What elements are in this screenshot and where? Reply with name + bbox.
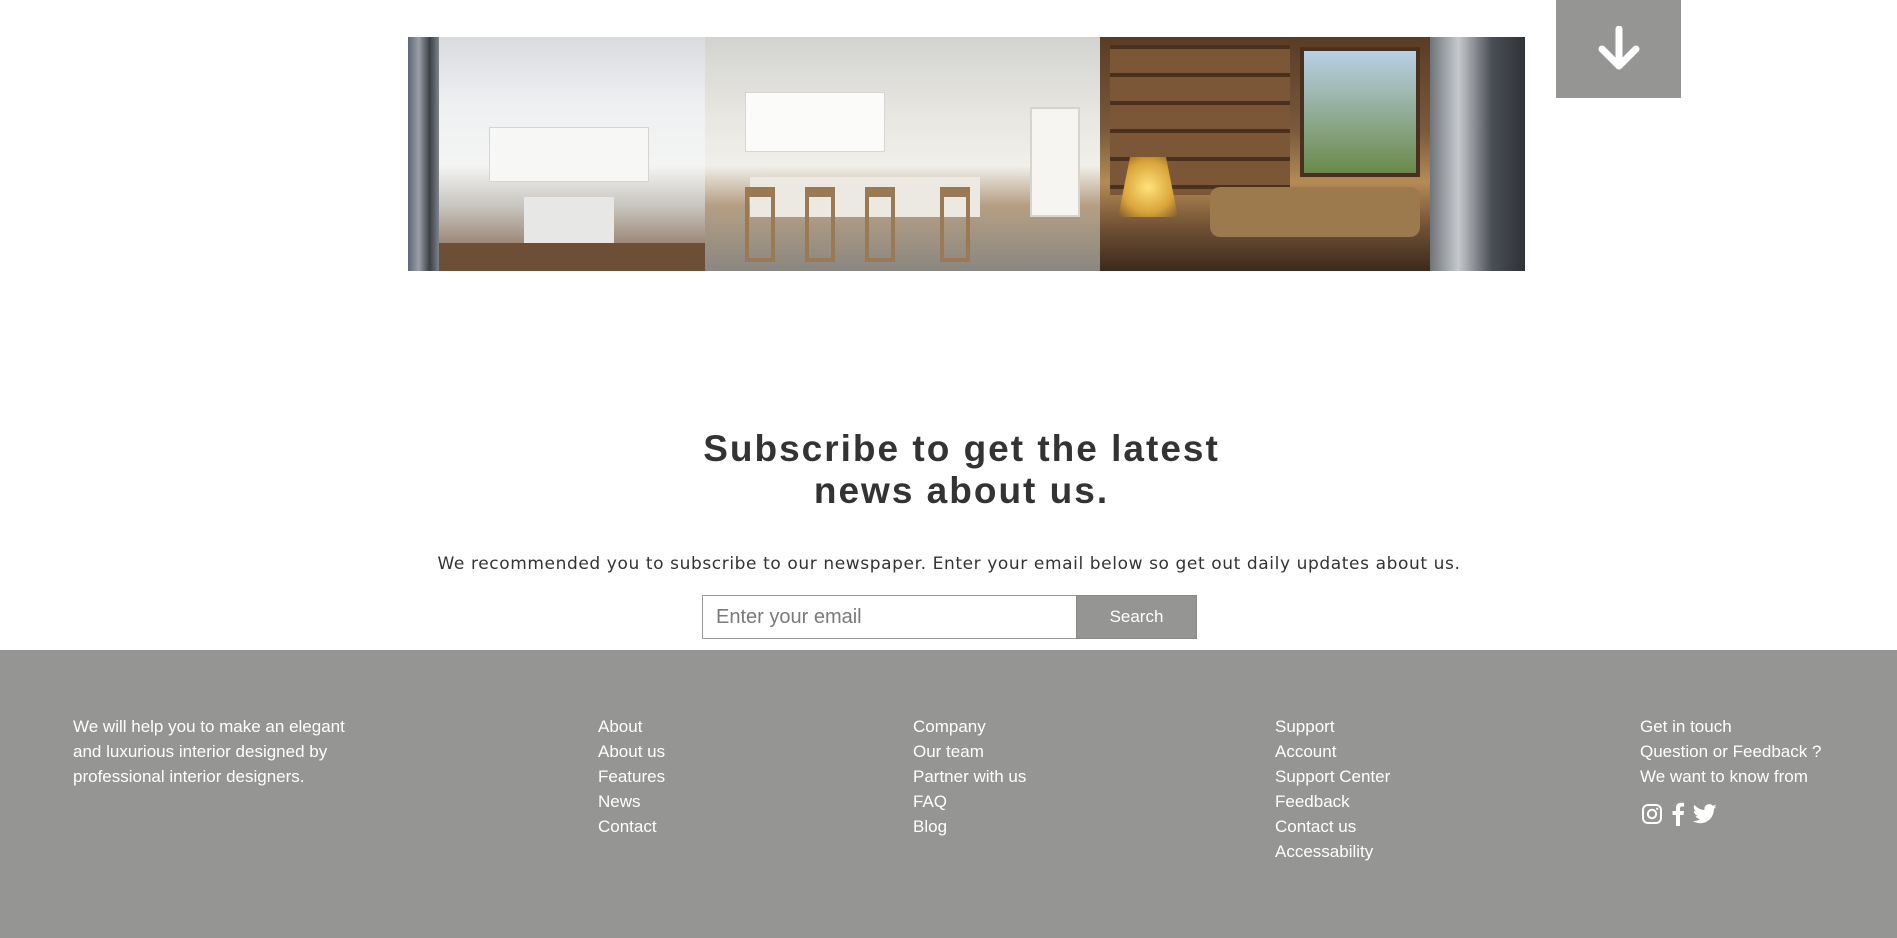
footer-link-account[interactable]: Account xyxy=(1275,742,1336,761)
gallery-image-kitchen-island xyxy=(705,37,1100,271)
footer-link-contact[interactable]: Contact xyxy=(598,817,657,836)
footer-link-features[interactable]: Features xyxy=(598,767,665,786)
footer-link-news[interactable]: News xyxy=(598,792,641,811)
footer-link-accessability[interactable]: Accessability xyxy=(1275,842,1373,861)
subscribe-title-line2: news about us. xyxy=(813,470,1110,511)
social-links xyxy=(1641,802,1717,826)
footer-link-partner[interactable]: Partner with us xyxy=(913,767,1026,786)
footer-column-about: About About us Features News Contact xyxy=(598,714,665,839)
footer-link-feedback[interactable]: Feedback xyxy=(1275,792,1350,811)
gallery-image-wall-art xyxy=(408,37,439,271)
email-input[interactable] xyxy=(702,595,1077,639)
footer-link-contact-us[interactable]: Contact us xyxy=(1275,817,1356,836)
footer-heading-about: About xyxy=(598,717,643,736)
footer-link-support-center[interactable]: Support Center xyxy=(1275,767,1390,786)
footer: We will help you to make an elegant and … xyxy=(0,650,1897,938)
footer-column-support: Support Account Support Center Feedback … xyxy=(1275,714,1390,864)
footer-link-our-team[interactable]: Our team xyxy=(913,742,984,761)
footer-heading-support: Support xyxy=(1275,717,1335,736)
footer-text-know-from: We want to know from xyxy=(1640,767,1808,786)
search-button[interactable]: Search xyxy=(1076,595,1197,639)
facebook-icon[interactable] xyxy=(1671,802,1685,826)
scroll-down-button[interactable] xyxy=(1556,0,1681,98)
subscribe-title-line1: Subscribe to get the latest xyxy=(703,428,1220,469)
gallery-image-white-kitchen xyxy=(439,37,705,271)
footer-link-faq[interactable]: FAQ xyxy=(913,792,947,811)
gallery-image-living-room xyxy=(1100,37,1430,271)
gallery-image-modern-kitchen xyxy=(1430,37,1525,271)
footer-text-question: Question or Feedback ? xyxy=(1640,742,1822,761)
subscribe-description: We recommended you to subscribe to our n… xyxy=(437,554,1461,574)
footer-link-blog[interactable]: Blog xyxy=(913,817,947,836)
footer-heading-get-in-touch: Get in touch xyxy=(1640,717,1732,736)
arrow-down-icon xyxy=(1598,26,1639,70)
footer-column-company: Company Our team Partner with us FAQ Blo… xyxy=(913,714,1026,839)
image-gallery xyxy=(408,37,1525,271)
footer-column-get-in-touch: Get in touch Question or Feedback ? We w… xyxy=(1640,714,1821,789)
footer-about-text: We will help you to make an elegant and … xyxy=(73,717,345,786)
footer-link-about-us[interactable]: About us xyxy=(598,742,665,761)
twitter-icon[interactable] xyxy=(1693,804,1717,824)
instagram-icon[interactable] xyxy=(1641,803,1663,825)
footer-heading-company: Company xyxy=(913,717,986,736)
subscribe-title: Subscribe to get the latest news about u… xyxy=(0,428,1897,512)
